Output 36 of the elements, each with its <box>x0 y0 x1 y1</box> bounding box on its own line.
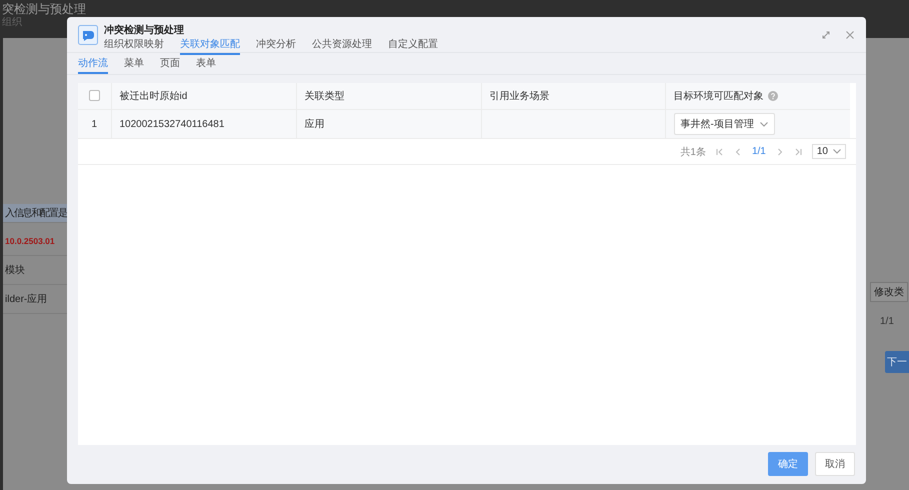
column-header: 目标环境可匹配对象 <box>674 91 764 102</box>
page-title: 突检测与预处理 <box>2 2 86 16</box>
table-cell: 应用 <box>304 119 324 130</box>
close-icon[interactable] <box>845 30 855 40</box>
column-header: 引用业务场景 <box>490 91 550 102</box>
tab[interactable]: 组织权限映射 <box>104 39 164 55</box>
edit-button[interactable]: 修改类 <box>870 282 908 302</box>
row-number: 1 <box>91 118 98 130</box>
last-page-button[interactable] <box>794 148 802 156</box>
page-indicator: 1/1 <box>752 146 766 157</box>
tab[interactable]: 菜单 <box>124 58 144 74</box>
tab[interactable]: 公共资源处理 <box>312 39 372 55</box>
help-icon[interactable] <box>768 91 778 102</box>
first-page-button[interactable] <box>716 148 724 156</box>
column-header: 被迁出时原始id <box>120 91 188 102</box>
target-select[interactable]: 事井然-项目管理 <box>674 113 775 135</box>
dialog-title: 冲突检测与预处理 <box>104 25 185 37</box>
chevron-down-icon <box>833 149 841 154</box>
column-header: 关联类型 <box>304 91 344 102</box>
tab[interactable]: 页面 <box>160 58 180 74</box>
chevron-down-icon <box>760 122 768 126</box>
app-logo-icon <box>78 25 98 45</box>
tab[interactable]: 冲突分析 <box>256 39 296 55</box>
page-indicator: 1/1 <box>880 316 894 327</box>
checkbox[interactable] <box>88 90 100 102</box>
tab[interactable]: 表单 <box>196 58 216 74</box>
expand-icon[interactable] <box>821 30 831 40</box>
page-size-select[interactable]: 10 <box>812 144 846 159</box>
next-page-button[interactable] <box>776 148 784 156</box>
total-count: 共1条 <box>680 146 706 158</box>
cancel-button[interactable]: 取消 <box>815 452 855 476</box>
tab[interactable]: 自定义配置 <box>388 39 438 55</box>
previous-page-button[interactable] <box>734 148 742 156</box>
table-header: 入信息和配置是 <box>3 204 67 223</box>
table-cell: 1020021532740116481 <box>120 118 224 130</box>
next-button[interactable]: 下一 <box>885 351 909 373</box>
